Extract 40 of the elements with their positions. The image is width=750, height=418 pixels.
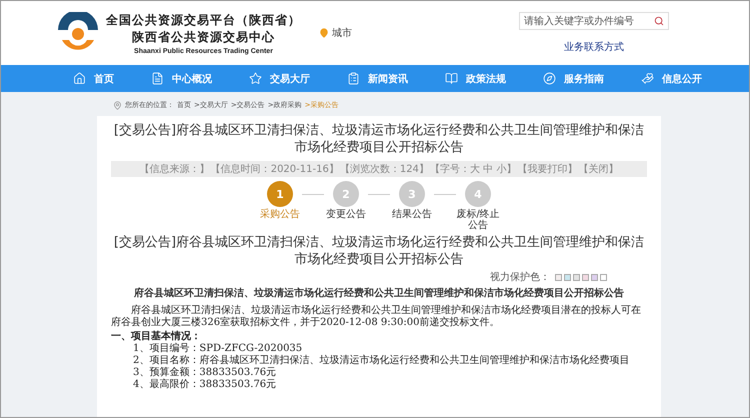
eye-care-label: 视力保护色： [490,270,550,284]
star-icon [249,72,262,85]
project-detail: 3、预算金额：38833503.76元 [132,367,278,378]
section-heading: 一、项目基本情况： [111,331,202,342]
meta-item: 【我要打印】 [517,162,578,176]
article-title: [交易公告]府谷县城区环卫清扫保洁、垃圾清运市场化运行经费和公共卫生间管理维护和保洁市场化经费项目公开招标公告 [112,122,646,156]
color-swatch[interactable] [600,274,607,280]
meta-item: 【信息来源：】 [140,162,210,176]
meta-item: 【字号：大 中 小】 [430,162,516,176]
compass-icon [543,72,556,85]
document-title: 府谷县城区环卫清扫保洁、垃圾清运市场化运行经费和公共卫生间管理维护和保洁市场化经费项目公开招标公告 [133,287,625,301]
project-detail: 4、最高限价：38833503.76元 [132,379,278,391]
article-subtitle: [交易公告]府谷县城区环卫清扫保洁、垃圾清运市场化运行经费和公共卫生间管理维护和保洁市场化经费项目公开招标公告 [112,234,646,268]
location-pin-icon [319,28,329,38]
list-icon [347,72,360,85]
step-label: 废标/终止公告 [456,209,500,231]
meta-item: 【浏览次数：124】 [340,162,429,176]
intro-paragraph: 府谷县城区环卫清扫保洁、垃圾清运市场化运行经费和公共卫生间管理维护和保洁市场化经费项目潜在的投标人可在府谷县创业大厦三楼326室获取招标文件，并于2020-12-08 9:30:00前递交投标文件。 [111,305,642,329]
logo-title: 全国公共资源交易平台（陕西省） [106,12,301,28]
color-swatch[interactable] [555,274,562,280]
home-icon [73,72,86,85]
step-number: 1 [267,181,293,207]
color-swatch[interactable] [582,274,589,280]
city-selector[interactable]: 城市 [332,26,352,40]
logo-subtitle: 陕西省公共资源交易中心 [132,28,275,46]
step-label: 变更公告 [326,209,366,220]
color-swatch[interactable] [564,274,571,280]
doc-icon [151,72,164,85]
step-label: 采购公告 [260,209,300,220]
project-detail: 2、项目名称：府谷县城区环卫清扫保洁、垃圾清运市场化运行经费和公共卫生间管理维护和保洁市场化经费项目 [132,355,630,366]
step-label: 结果公告 [392,209,432,220]
project-detail: 1、项目编号：SPD-ZFCG-2020035 [132,343,304,354]
color-swatch[interactable] [591,274,598,280]
book-icon [445,72,458,85]
meta-item: 【信息时间：2020-11-16】 [210,162,339,176]
contact-link[interactable]: 业务联系方式 [564,40,624,54]
color-swatch[interactable] [573,274,580,280]
hand-icon [641,72,654,85]
location-pin-icon [113,100,122,110]
meta-item: 【关闭】 [578,162,618,176]
